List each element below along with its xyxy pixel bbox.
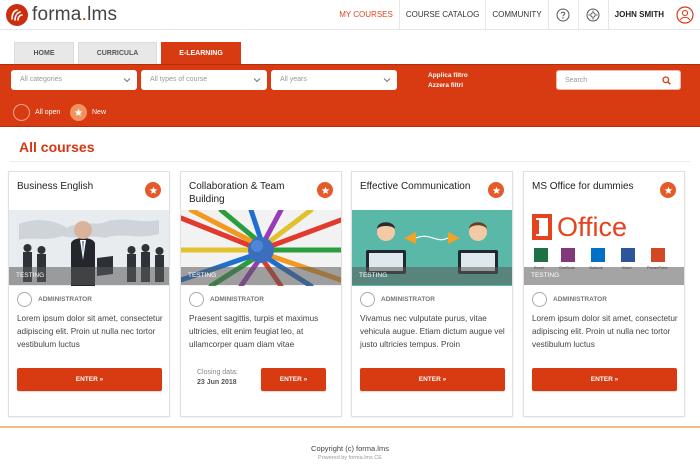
nav-my-courses[interactable]: MY COURSES xyxy=(333,0,399,30)
course-card: Effective Communication TESTING ADMINIST… xyxy=(351,171,513,417)
course-tag: TESTING xyxy=(181,267,341,285)
tab-home[interactable]: HOME xyxy=(14,42,74,64)
user-name[interactable]: JOHN SMITH xyxy=(607,0,670,30)
author-name: ADMINISTRATOR xyxy=(210,296,264,303)
closing-label: Closing data: xyxy=(197,369,238,376)
chevron-down-icon xyxy=(383,78,391,83)
course-tag: TESTING xyxy=(9,267,169,285)
toggle-all-open[interactable]: All open xyxy=(13,104,60,121)
course-author: ADMINISTRATOR xyxy=(532,292,607,307)
logo-text: forma.lms xyxy=(32,4,118,25)
course-author: ADMINISTRATOR xyxy=(189,292,264,307)
divider xyxy=(10,161,690,162)
logo[interactable]: forma.lms xyxy=(6,4,117,26)
years-select-value: All years xyxy=(280,76,307,83)
course-title[interactable]: Business English xyxy=(17,180,142,193)
types-select-value: All types of course xyxy=(150,76,208,83)
author-name: ADMINISTRATOR xyxy=(38,296,92,303)
apply-filter-link[interactable]: Applica filtro xyxy=(428,71,468,81)
categories-select[interactable]: All categories xyxy=(11,70,137,90)
tab-e-learning[interactable]: E-LEARNING xyxy=(161,42,241,64)
course-description: Praesent sagittis, turpis et maximus ult… xyxy=(189,314,319,349)
help-icon[interactable] xyxy=(547,0,578,30)
nav-community[interactable]: COMMUNITY xyxy=(485,0,547,30)
course-description: Vivamus nec vulputate purus, vitae vehic… xyxy=(360,314,505,349)
course-author: ADMINISTRATOR xyxy=(17,292,92,307)
nav-course-catalog[interactable]: COURSE CATALOG xyxy=(398,0,486,30)
star-icon xyxy=(70,104,87,121)
course-title[interactable]: Effective Communication xyxy=(360,180,485,193)
course-card: Business English TESTING ADMINISTRATOR L… xyxy=(8,171,170,417)
star-icon[interactable] xyxy=(660,182,676,198)
chevron-down-icon xyxy=(123,78,131,83)
user-icon xyxy=(17,292,32,307)
toggle-new-label: New xyxy=(92,109,107,116)
categories-select-value: All categories xyxy=(20,76,63,83)
author-name: ADMINISTRATOR xyxy=(381,296,435,303)
top-nav: MY COURSES COURSE CATALOG COMMUNITY JOHN… xyxy=(333,0,700,30)
types-select[interactable]: All types of course xyxy=(141,70,267,90)
user-icon xyxy=(360,292,375,307)
enter-button[interactable]: ENTER » xyxy=(17,368,162,391)
course-description: Lorem ipsum dolor sit amet, consectetur … xyxy=(17,314,163,349)
course-description: Lorem ipsum dolor sit amet, consectetur … xyxy=(532,314,678,349)
star-icon[interactable] xyxy=(488,182,504,198)
footer-copyright: Copyright (c) forma.lms xyxy=(311,444,389,453)
search-icon[interactable] xyxy=(662,76,671,85)
chevron-down-icon xyxy=(253,78,261,83)
toggle-open-label: All open xyxy=(35,109,61,116)
years-select[interactable]: All years xyxy=(271,70,397,90)
enter-button[interactable]: ENTER » xyxy=(261,368,326,391)
page-title: All courses xyxy=(19,139,95,155)
search-input[interactable]: Search xyxy=(556,70,681,90)
footer-powered-by[interactable]: Powered by forma.lms CE xyxy=(0,455,700,461)
course-author: ADMINISTRATOR xyxy=(360,292,435,307)
top-header: forma.lms MY COURSES COURSE CATALOG COMM… xyxy=(0,0,700,30)
office-logo-text: Office xyxy=(557,212,628,242)
course-tag: TESTING xyxy=(524,267,684,285)
toggle-new[interactable]: New xyxy=(70,104,106,121)
star-icon[interactable] xyxy=(317,182,333,198)
user-icon xyxy=(532,292,547,307)
logo-mark-icon xyxy=(6,4,28,26)
filter-links: Applica filtro Azzera filtri xyxy=(428,71,468,91)
course-card: Collaboration & Team Building TESTING AD… xyxy=(180,171,342,417)
tab-curricula[interactable]: CURRICULA xyxy=(78,42,157,64)
gear-icon[interactable] xyxy=(577,0,608,30)
course-tag: TESTING xyxy=(352,267,512,285)
enter-button[interactable]: ENTER » xyxy=(532,368,677,391)
closing-date: Closing data: 23 Jun 2018 xyxy=(197,368,238,388)
toggle-open-circle xyxy=(13,104,30,121)
filter-panel: All categories All types of course All y… xyxy=(0,64,700,127)
user-icon[interactable] xyxy=(670,0,700,30)
course-title[interactable]: MS Office for dummies xyxy=(532,180,657,193)
course-card: MS Office for dummies Excel OneNote Outl… xyxy=(523,171,685,417)
closing-value: 23 Jun 2018 xyxy=(197,379,237,386)
footer-divider xyxy=(0,426,700,428)
search-placeholder: Search xyxy=(565,77,588,84)
enter-button[interactable]: ENTER » xyxy=(360,368,505,391)
reset-filters-link[interactable]: Azzera filtri xyxy=(428,81,468,91)
star-icon[interactable] xyxy=(145,182,161,198)
tab-bar: HOME CURRICULA E-LEARNING xyxy=(14,42,245,64)
author-name: ADMINISTRATOR xyxy=(553,296,607,303)
user-icon xyxy=(189,292,204,307)
course-title[interactable]: Collaboration & Team Building xyxy=(189,180,314,206)
